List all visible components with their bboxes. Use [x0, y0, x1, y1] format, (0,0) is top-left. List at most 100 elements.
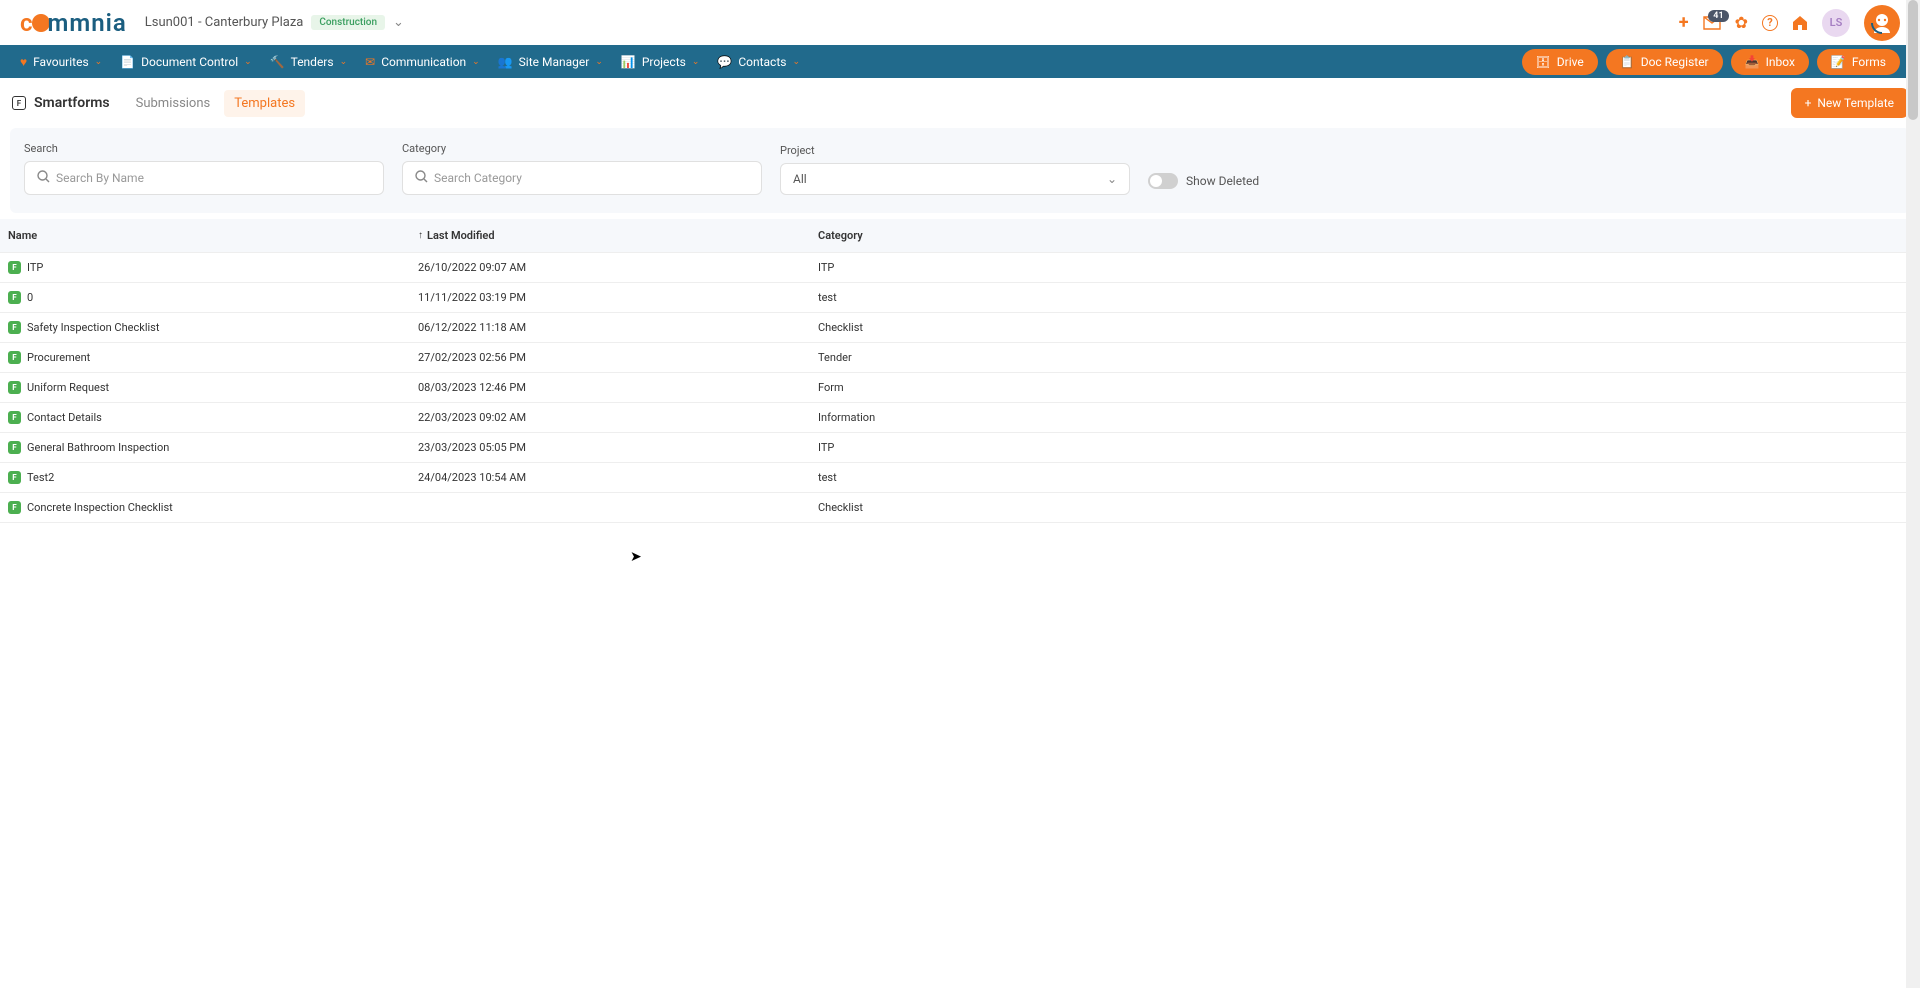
new-template-button[interactable]: + New Template: [1791, 88, 1908, 118]
form-icon: F: [8, 501, 21, 514]
table-row[interactable]: F General Bathroom Inspection 23/03/2023…: [0, 433, 1920, 463]
add-button[interactable]: +: [1679, 12, 1689, 33]
scrollbar-thumb[interactable]: [1908, 0, 1918, 120]
subbar-left: F Smartforms SubmissionsTemplates: [12, 90, 305, 117]
nav-item-document-control[interactable]: 📄Document Control⌄: [120, 55, 251, 69]
form-icon: F: [8, 351, 21, 364]
cell-modified: 24/04/2023 10:54 AM: [418, 471, 818, 484]
cell-category: Information: [818, 411, 1912, 424]
pill-forms[interactable]: 📝Forms: [1817, 49, 1900, 75]
nav-icon: ♥: [20, 55, 27, 69]
chevron-down-icon: ⌄: [792, 57, 800, 67]
row-name: ITP: [27, 261, 43, 274]
home-icon[interactable]: [1792, 15, 1808, 31]
table-row[interactable]: F ITP 26/10/2022 09:07 AM ITP: [0, 253, 1920, 283]
nav-item-contacts[interactable]: 💬 Contacts ⌄: [717, 55, 800, 69]
nav-left: ♥Favourites⌄📄Document Control⌄🔨Tenders⌄✉…: [20, 55, 800, 69]
cell-modified: 06/12/2022 11:18 AM: [418, 321, 818, 334]
form-icon: F: [8, 291, 21, 304]
table-row[interactable]: F Test2 24/04/2023 10:54 AM test: [0, 463, 1920, 493]
search-input[interactable]: [56, 171, 371, 185]
topbar: cmmnia Lsun001 - Canterbury Plaza Constr…: [0, 0, 1920, 45]
pill-label: Drive: [1557, 55, 1584, 69]
project-selector[interactable]: Lsun001 - Canterbury Plaza Construction …: [145, 15, 404, 30]
nav-label: Contacts: [738, 55, 786, 69]
search-field: Search: [24, 142, 384, 195]
pill-icon: 📥: [1745, 55, 1760, 69]
row-name: Procurement: [27, 351, 90, 364]
cell-category: Checklist: [818, 501, 1912, 514]
chevron-down-icon: ⌄: [595, 57, 603, 67]
tab-submissions[interactable]: Submissions: [126, 90, 221, 117]
mail-button[interactable]: 41: [1703, 16, 1721, 30]
cell-category: Form: [818, 381, 1912, 394]
table-row[interactable]: F Safety Inspection Checklist 06/12/2022…: [0, 313, 1920, 343]
cell-category: test: [818, 471, 1912, 484]
nav-label: Favourites: [33, 55, 89, 69]
support-avatar[interactable]: [1864, 5, 1900, 41]
form-icon: F: [8, 411, 21, 424]
pill-drive[interactable]: 🗄 Drive: [1522, 49, 1598, 75]
pill-icon: 📝: [1831, 55, 1846, 69]
nav-icon: 💬: [717, 55, 732, 69]
chevron-down-icon: ⌄: [244, 57, 252, 67]
show-deleted-toggle[interactable]: [1148, 173, 1178, 189]
cell-category: ITP: [818, 441, 1912, 454]
help-icon[interactable]: ?: [1762, 15, 1778, 31]
show-deleted-label: Show Deleted: [1186, 174, 1259, 188]
pill-inbox[interactable]: 📥 Inbox: [1731, 49, 1809, 75]
row-name: Test2: [27, 471, 54, 484]
mouse-cursor: ➤: [630, 549, 642, 565]
cell-modified: 11/11/2022 03:19 PM: [418, 291, 818, 304]
template-grid: Name ↑ Last Modified Category F ITP 26/1…: [0, 219, 1920, 523]
search-icon: [37, 170, 50, 186]
chevron-down-icon: ⌄: [692, 57, 700, 67]
search-icon: [415, 170, 428, 186]
nav-item-favourites[interactable]: ♥ Favourites ⌄: [20, 55, 102, 69]
pill-icon: 🗄: [1536, 55, 1551, 69]
user-avatar-small[interactable]: LS: [1822, 9, 1850, 37]
chevron-down-icon: ⌄: [472, 57, 480, 67]
nav-icon: 📄: [120, 55, 135, 69]
cell-modified: 26/10/2022 09:07 AM: [418, 261, 818, 274]
table-row[interactable]: F 0 11/11/2022 03:19 PM test: [0, 283, 1920, 313]
nav-label: Projects: [642, 55, 686, 69]
form-icon: F: [8, 441, 21, 454]
cell-name: F General Bathroom Inspection: [8, 441, 418, 454]
pill-doc-register[interactable]: 📋 Doc Register: [1606, 49, 1723, 75]
plus-icon: +: [1805, 96, 1812, 110]
table-row[interactable]: F Concrete Inspection Checklist Checklis…: [0, 493, 1920, 523]
chevron-down-icon: ⌄: [340, 57, 348, 67]
nav-item-site-manager[interactable]: 👥Site Manager⌄: [498, 55, 603, 69]
nav-label: Tenders: [291, 55, 334, 69]
page-title: Smartforms: [34, 95, 110, 111]
nav-item-tenders[interactable]: 🔨Tenders⌄: [270, 55, 347, 69]
table-row[interactable]: F Contact Details 22/03/2023 09:02 AM In…: [0, 403, 1920, 433]
pill-icon: 📋: [1620, 55, 1635, 69]
logo[interactable]: cmmnia: [20, 9, 127, 37]
col-modified[interactable]: ↑ Last Modified: [418, 229, 818, 242]
pill-label: Doc Register: [1641, 55, 1709, 69]
search-input-wrap: [24, 161, 384, 195]
chevron-down-icon: ⌄: [95, 57, 103, 67]
table-row[interactable]: F Procurement 27/02/2023 02:56 PM Tender: [0, 343, 1920, 373]
page-title-area: F Smartforms: [12, 95, 110, 111]
settings-icon[interactable]: ✿: [1735, 13, 1748, 32]
main-nav: ♥Favourites⌄📄Document Control⌄🔨Tenders⌄✉…: [0, 45, 1920, 78]
cell-name: F Contact Details: [8, 411, 418, 424]
project-select[interactable]: All ⌄: [780, 163, 1130, 195]
row-name: Contact Details: [27, 411, 102, 424]
nav-item-projects[interactable]: 📊Projects⌄: [621, 55, 700, 69]
cell-category: test: [818, 291, 1912, 304]
col-category[interactable]: Category: [818, 229, 1912, 242]
col-name[interactable]: Name: [8, 229, 418, 242]
notification-badge: 41: [1708, 10, 1728, 22]
tab-templates[interactable]: Templates: [224, 90, 305, 117]
nav-item-communication[interactable]: ✉Communication⌄: [365, 55, 480, 69]
table-row[interactable]: F Uniform Request 08/03/2023 12:46 PM Fo…: [0, 373, 1920, 403]
nav-label: Communication: [381, 55, 466, 69]
pill-label: Inbox: [1766, 55, 1795, 69]
category-input[interactable]: [434, 171, 749, 185]
scrollbar[interactable]: [1906, 0, 1920, 988]
topbar-right: + 41 ✿ ? LS: [1679, 5, 1900, 41]
